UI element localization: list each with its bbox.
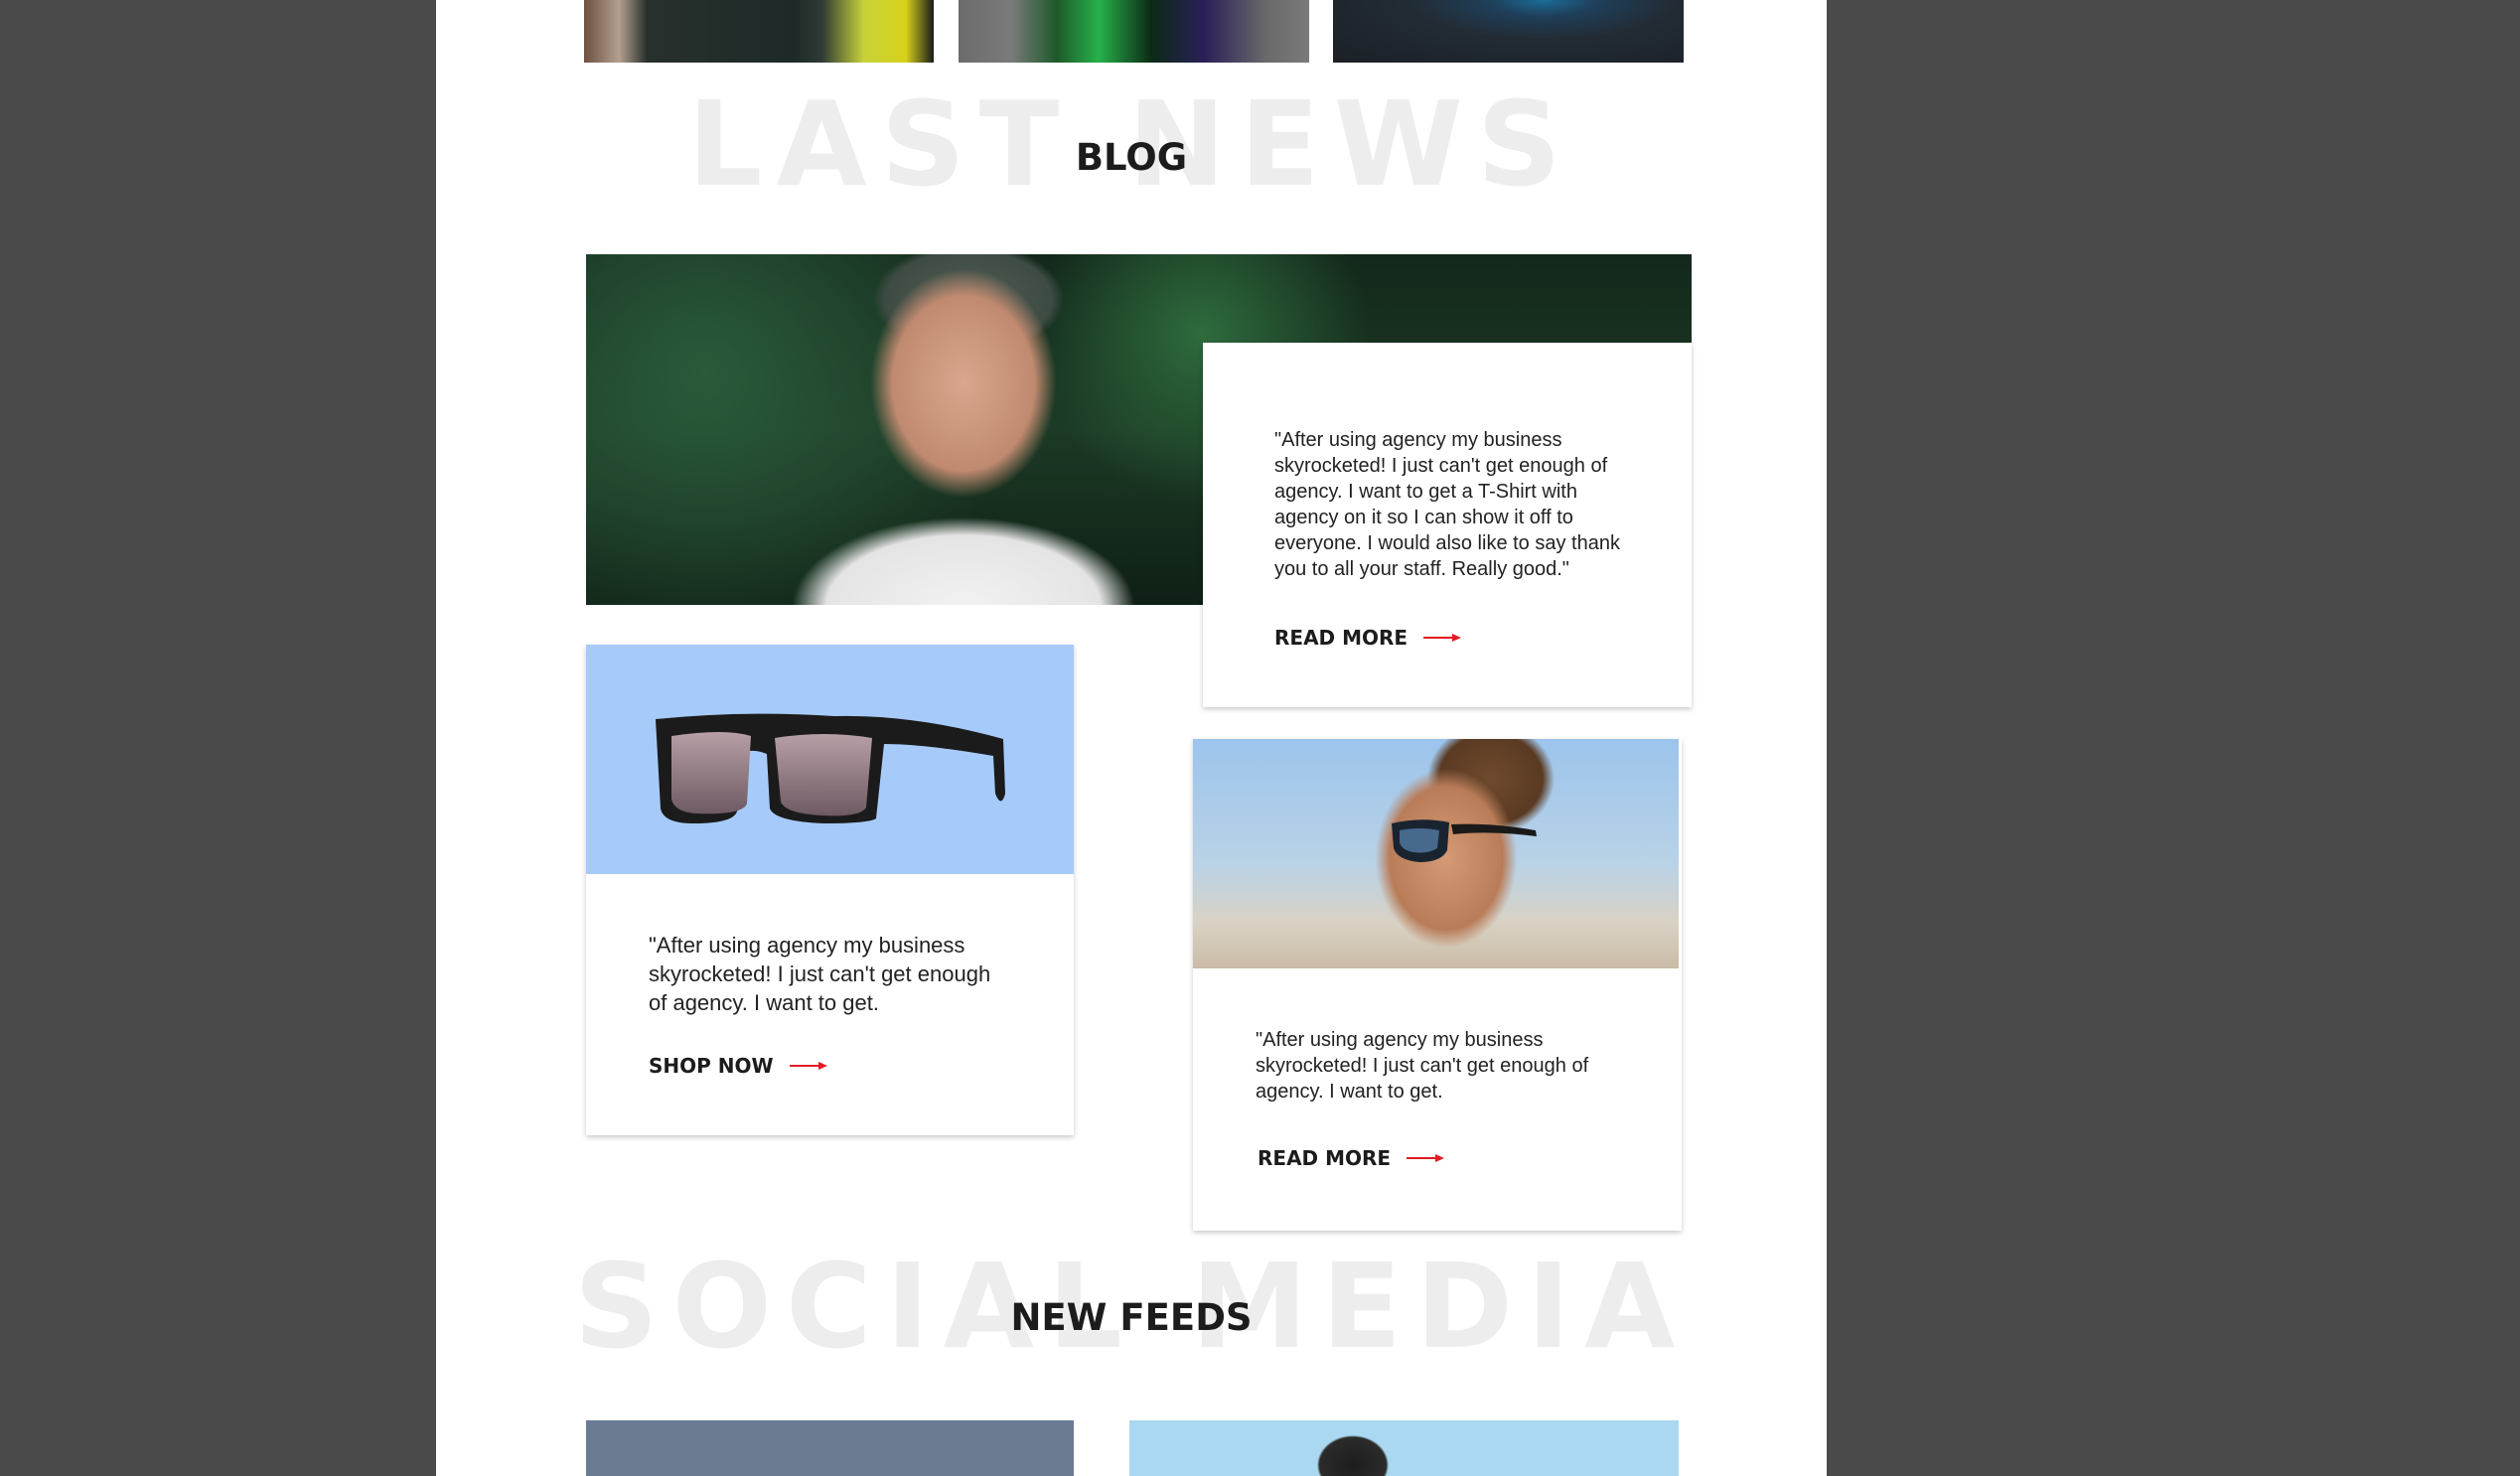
product-thumbnail-image[interactable] — [584, 0, 934, 63]
blog-post-quote: "After using agency my business skyrocke… — [1274, 429, 1620, 580]
product-thumbnail-image[interactable] — [1333, 0, 1684, 63]
read-more-label: READ MORE — [1258, 1146, 1392, 1170]
arrow-right-icon — [789, 1062, 827, 1070]
social-feed-image[interactable] — [1129, 1420, 1679, 1476]
social-section-title: NEW FEEDS — [1010, 1296, 1253, 1339]
arrow-right-icon — [1423, 634, 1462, 642]
social-feed-image[interactable] — [586, 1420, 1074, 1476]
shop-now-link[interactable]: SHOP NOW — [649, 1054, 827, 1078]
blog-post-card: "After using agency my business skyrocke… — [1203, 343, 1692, 707]
arrow-right-icon — [1407, 1154, 1445, 1162]
product-card: "After using agency my business skyrocke… — [586, 645, 1074, 1135]
blog-post-image[interactable] — [1193, 739, 1679, 968]
sunglasses-on-face — [1392, 819, 1537, 862]
sunglasses-illustration — [656, 713, 1005, 823]
sunglasses-product-image[interactable] — [586, 645, 1074, 874]
read-more-label: READ MORE — [1274, 626, 1408, 650]
blog-post-quote: "After using agency my business skyrocke… — [1256, 1029, 1589, 1103]
cap-illustration — [1308, 1420, 1398, 1476]
product-thumbnail-image[interactable] — [959, 0, 1309, 63]
page-content: LAST NEWS BLOG "After using agency my bu… — [436, 0, 1827, 1476]
shop-now-label: SHOP NOW — [649, 1054, 774, 1078]
product-quote: "After using agency my business skyrocke… — [649, 933, 991, 1015]
read-more-link[interactable]: READ MORE — [1274, 626, 1462, 650]
blog-post-card: "After using agency my business skyrocke… — [1193, 739, 1682, 1231]
blog-section-title: BLOG — [1075, 136, 1188, 179]
read-more-link[interactable]: READ MORE — [1258, 1146, 1445, 1170]
